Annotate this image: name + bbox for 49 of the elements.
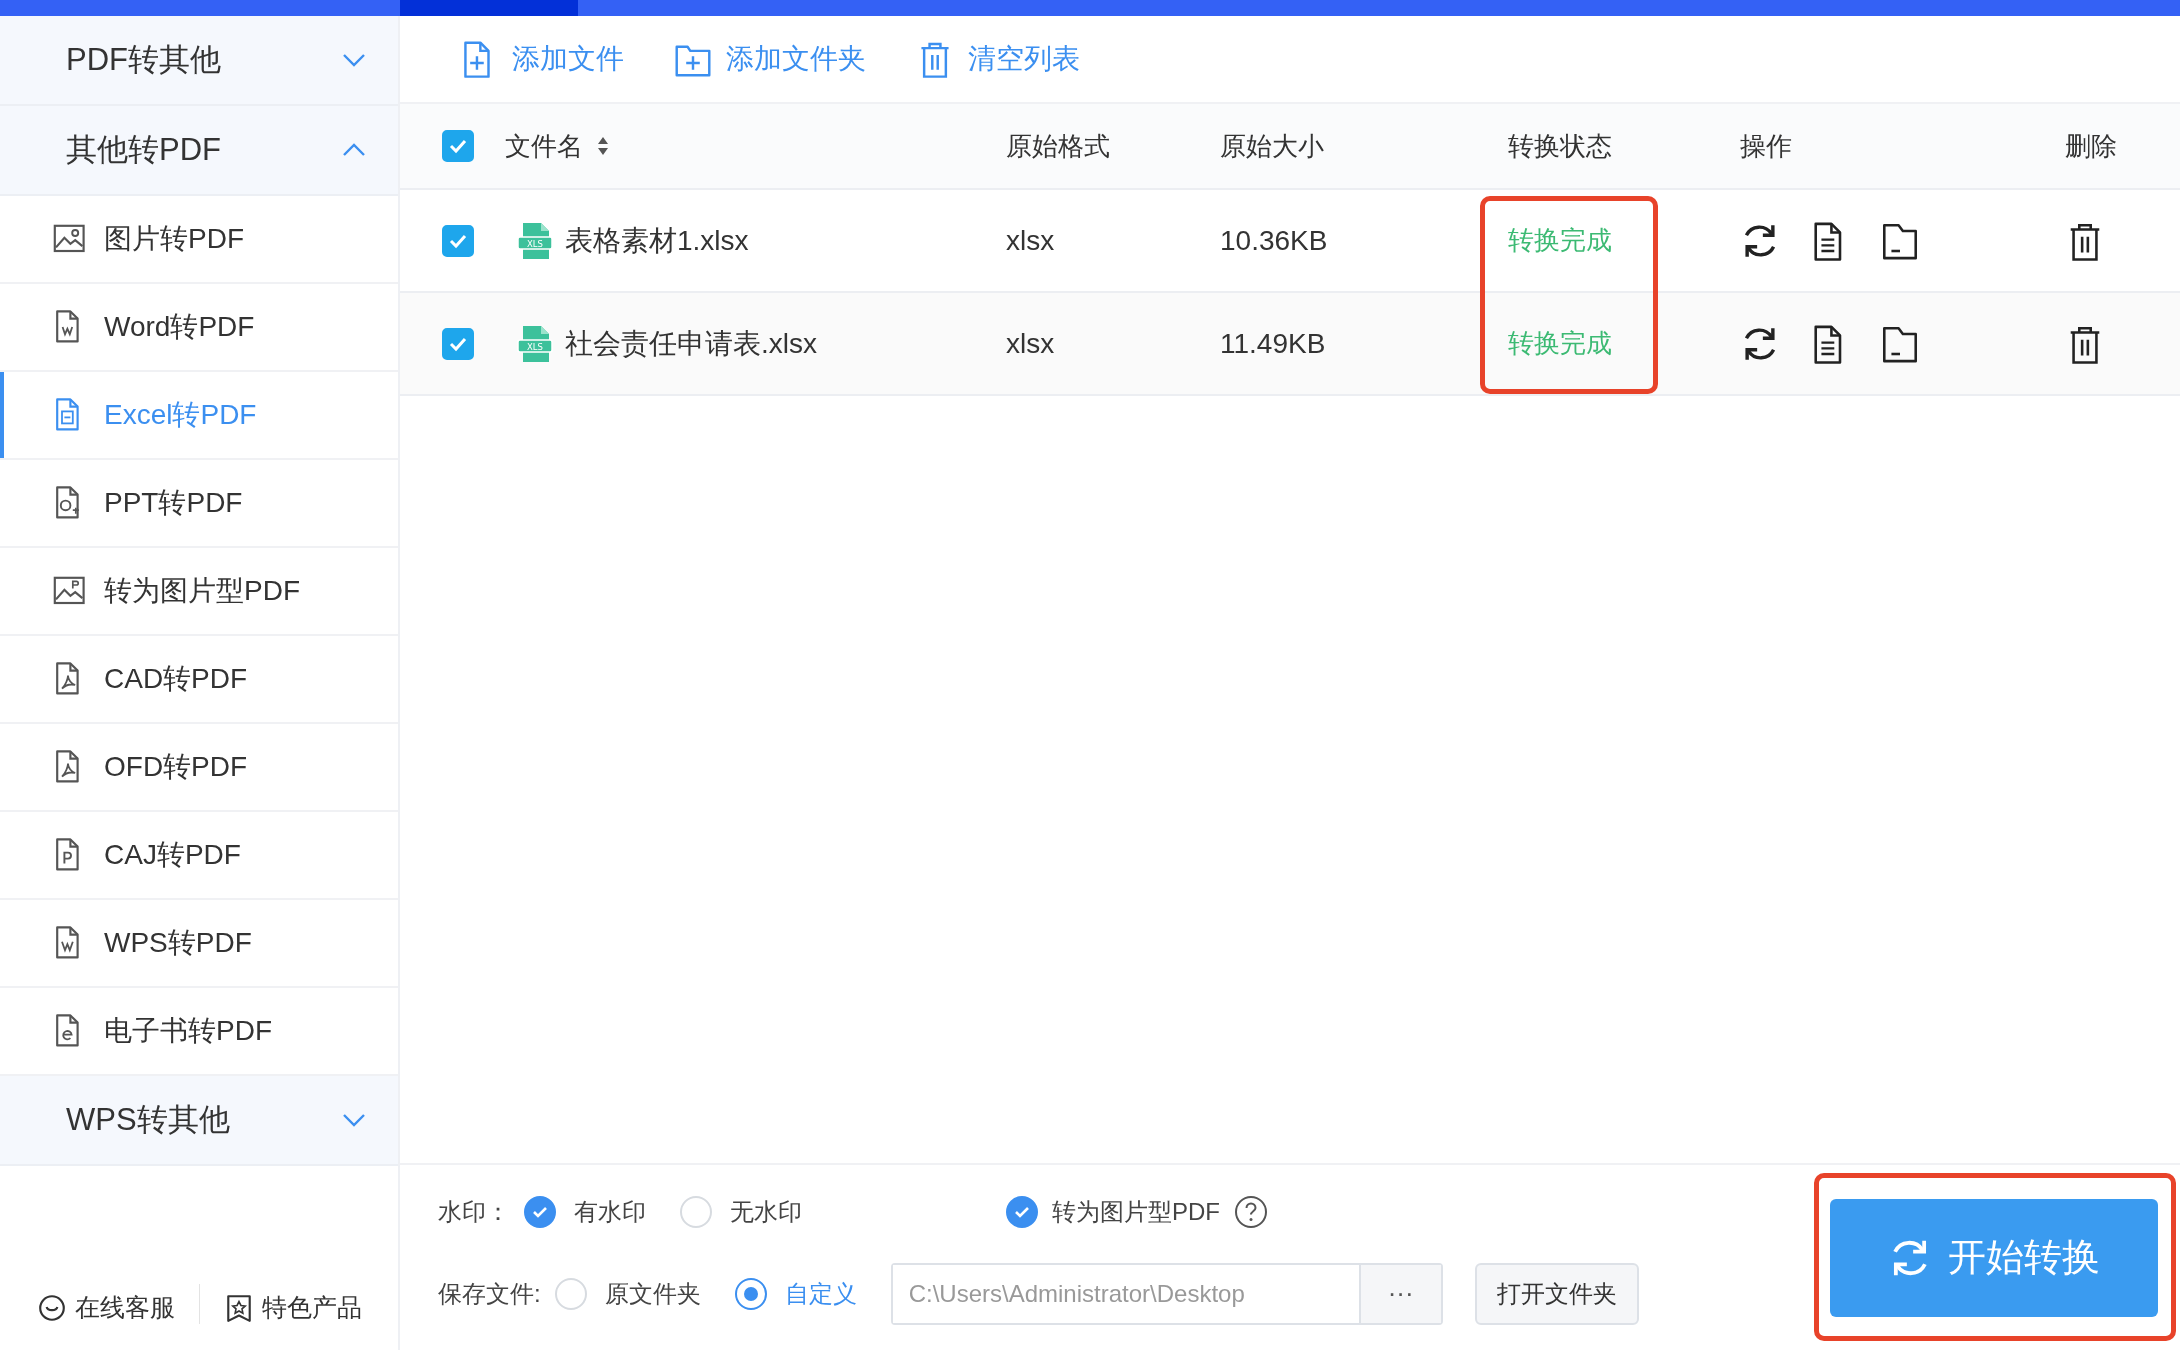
sidebar-item[interactable]: Word转PDF — [0, 284, 398, 372]
column-header[interactable]: 文件名 — [505, 128, 583, 164]
column-header: 原始大小 — [1220, 129, 1324, 163]
file-name: 表格素材1.xlsx — [565, 223, 749, 258]
open-folder-button[interactable]: 打开文件夹 — [1474, 1262, 1639, 1325]
sidebar-group-header[interactable]: WPS转其他 — [0, 1076, 398, 1166]
sidebar-item[interactable]: WPS转PDF — [0, 900, 398, 988]
radio-button[interactable] — [734, 1277, 767, 1310]
option-label: 保存文件: — [438, 1278, 541, 1309]
checkmark-icon — [447, 335, 468, 352]
file-name: 社会责任申请表.xlsx — [565, 326, 817, 361]
row-checkbox[interactable] — [441, 224, 474, 257]
chat-bubble-icon — [36, 1292, 67, 1323]
sidebar-group-header[interactable]: PDF转其他 — [0, 16, 398, 106]
column-header: 删除 — [2065, 129, 2117, 163]
footer-link[interactable]: 在线客服 — [36, 1291, 175, 1324]
status-text: 转换完成 — [1508, 224, 1612, 257]
column-header: 原始格式 — [1006, 129, 1110, 163]
table-cell: 11.49KB — [1220, 327, 1326, 360]
footer-link[interactable]: 特色产品 — [223, 1291, 362, 1324]
sidebar-item[interactable]: CAJ转PDF — [0, 812, 398, 900]
help-icon — [1234, 1194, 1268, 1229]
table-cell: xlsx — [1006, 327, 1055, 360]
option-label: 转为图片型PDF — [1052, 1196, 1220, 1227]
table-cell: 10.36KB — [1220, 224, 1328, 257]
checkmark-icon — [532, 1205, 548, 1218]
radio-button[interactable] — [524, 1195, 556, 1228]
option-label: 原文件夹 — [604, 1278, 701, 1309]
select-all-checkbox[interactable] — [441, 130, 474, 162]
status-text: 转换完成 — [1508, 327, 1612, 360]
option-label: 水印： — [438, 1196, 510, 1227]
option-label: 无水印 — [730, 1196, 802, 1227]
sidebar-group-header[interactable]: 其他转PDF — [0, 106, 398, 196]
sidebar-item[interactable]: CAD转PDF — [0, 636, 398, 724]
sidebar-item[interactable]: OFD转PDF — [0, 724, 398, 812]
checkmark-icon — [447, 232, 468, 249]
checkmark-icon — [1014, 1205, 1030, 1218]
column-header: 操作 — [1740, 129, 1792, 163]
option-label: 自定义 — [784, 1278, 857, 1309]
table-cell: xlsx — [1006, 224, 1055, 257]
sidebar-item[interactable]: 图片转PDF — [0, 196, 398, 284]
sort-icon — [597, 135, 609, 157]
column-header: 转换状态 — [1508, 129, 1612, 163]
checkmark-icon — [447, 138, 468, 154]
option-label: 有水印 — [574, 1196, 646, 1227]
sidebar-item[interactable]: 转为图片型PDF — [0, 548, 398, 636]
sidebar-item[interactable]: PPT转PDF — [0, 460, 398, 548]
row-checkbox[interactable] — [441, 327, 474, 360]
radio-button[interactable] — [1006, 1195, 1038, 1228]
